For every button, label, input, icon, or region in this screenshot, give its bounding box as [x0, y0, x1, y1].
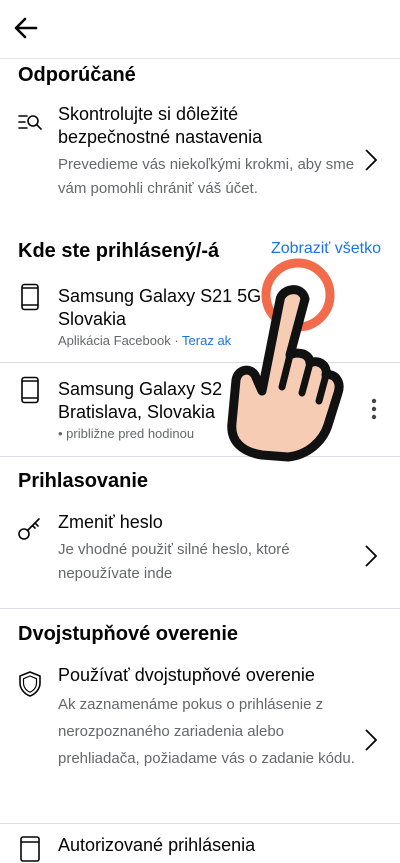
divider	[0, 608, 400, 609]
top-bar	[0, 0, 400, 59]
change-password-desc: Je vhodné použiť silné heslo, ktoré nepo…	[58, 541, 290, 582]
section-title-recommended: Odporúčané	[18, 64, 136, 86]
section-title-login: Prihlasovanie	[18, 470, 149, 492]
section-title-two-factor: Dvojstupňové overenie	[18, 623, 239, 645]
key-icon	[18, 518, 40, 540]
phone-icon	[21, 283, 39, 311]
tap-hand-icon	[227, 258, 344, 462]
device-2-name: Samsung Galaxy S2	[58, 379, 223, 399]
device-2-location: Bratislava, Slovakia	[58, 402, 216, 422]
shield-icon	[19, 671, 41, 697]
security-checkup-title: Skontrolujte si dôležité bezpečnostné na…	[58, 104, 263, 147]
change-password-title: Zmeniť heslo	[58, 512, 163, 532]
arrow-left-icon[interactable]	[10, 12, 42, 44]
chevron-right-icon	[365, 149, 378, 171]
device-1-location: Slovakia	[58, 309, 127, 329]
phone-icon	[21, 376, 39, 404]
device-1-meta: Aplikácia Facebook · Teraz ak	[58, 329, 231, 353]
search-list-icon	[18, 115, 42, 130]
two-factor-desc: Ak zaznamenáme pokus o prihlásenie z ner…	[58, 696, 355, 767]
chevron-right-icon	[365, 545, 378, 567]
two-factor-title: Používať dvojstupňové overenie	[58, 665, 315, 685]
device-1-app: Aplikácia Facebook ·	[58, 333, 183, 348]
chevron-right-icon	[365, 729, 378, 751]
device-2-time: • približne pred hodinou	[58, 426, 195, 441]
divider	[0, 823, 400, 824]
more-options-icon[interactable]	[371, 398, 377, 420]
authorized-logins-title: Autorizované prihlásenia	[58, 835, 256, 855]
section-title-logged-in: Kde ste prihlásený/-á	[18, 240, 220, 262]
security-checkup-desc: Prevedieme vás niekoľkými krokmi, aby sm…	[58, 156, 355, 197]
